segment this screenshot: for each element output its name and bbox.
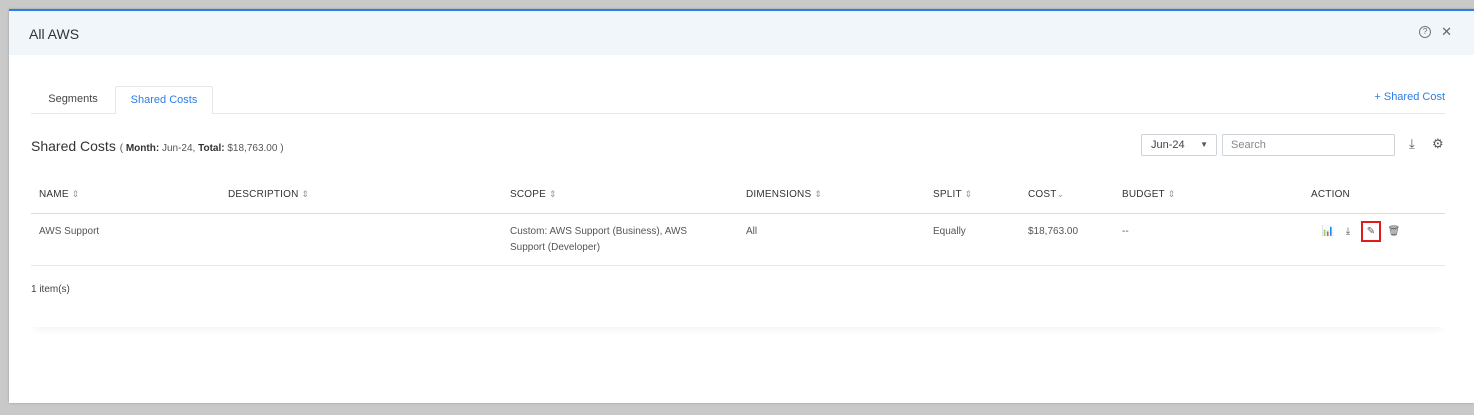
modal-header: All AWS ? ✕ — [9, 11, 1474, 55]
month-select[interactable]: Jun-24 ▼ — [1141, 134, 1217, 156]
caret-down-icon: ▼ — [1200, 140, 1208, 149]
total-label: Total: — [198, 143, 225, 154]
sort-icon: ⇕ — [301, 189, 310, 199]
search-input[interactable] — [1222, 134, 1395, 156]
col-name[interactable]: NAME ⇕ — [39, 189, 79, 200]
month-label: Month: — [125, 143, 160, 154]
sort-icon: ⇕ — [964, 189, 973, 199]
header-icons: ? ✕ — [1419, 25, 1452, 39]
col-description[interactable]: DESCRIPTION ⇕ — [228, 189, 309, 200]
table-header: NAME ⇕ DESCRIPTION ⇕ SCOPE ⇕ DIMENSIONS … — [31, 181, 1445, 214]
sort-icon: ⇕ — [71, 189, 80, 199]
cell-budget: -- — [1122, 226, 1129, 237]
chart-icon[interactable]: 📊 — [1321, 224, 1335, 240]
col-budget[interactable]: BUDGET ⇕ — [1122, 189, 1175, 200]
row-actions: 📊 ⤓ ✎ 🗑 — [1321, 221, 1401, 242]
settings-icon[interactable]: ⚙ — [1432, 136, 1444, 152]
shared-costs-table: NAME ⇕ DESCRIPTION ⇕ SCOPE ⇕ DIMENSIONS … — [31, 181, 1445, 266]
sort-icon: ⇕ — [549, 189, 557, 199]
col-cost[interactable]: COST⌄ — [1028, 189, 1064, 200]
add-shared-cost-button[interactable]: + Shared Cost — [1374, 91, 1445, 103]
month-value: Jun-24, — [159, 143, 199, 154]
tab-segments[interactable]: Segments — [31, 86, 115, 112]
tab-shared-costs[interactable]: Shared Costs — [115, 86, 213, 114]
modal-title: All AWS — [29, 26, 80, 42]
sort-desc-icon: ⌄ — [1056, 189, 1065, 199]
cell-scope: Custom: AWS Support (Business), AWS Supp… — [510, 226, 688, 253]
month-select-value: Jun-24 — [1151, 139, 1185, 151]
cell-split: Equally — [933, 226, 966, 237]
cell-dimensions: All — [746, 226, 758, 237]
section-title-text: Shared Costs — [31, 138, 116, 154]
download-icon[interactable]: ⤓ — [1341, 224, 1355, 240]
section-title: Shared Costs ( Month: Jun-24, Total: $18… — [31, 138, 284, 154]
download-icon[interactable]: ⤓ — [1409, 136, 1415, 152]
col-dimensions[interactable]: DIMENSIONS ⇕ — [746, 189, 822, 200]
help-icon[interactable]: ? — [1419, 26, 1432, 38]
cell-name: AWS Support — [39, 226, 100, 237]
table-card-shadow — [31, 311, 1445, 327]
item-count: 1 item(s) — [31, 284, 70, 295]
col-scope[interactable]: SCOPE ⇕ — [510, 189, 557, 200]
sort-icon: ⇕ — [814, 189, 823, 199]
close-icon[interactable]: ✕ — [1441, 25, 1452, 39]
tab-bar: Segments Shared Costs + Shared Cost — [31, 86, 1445, 114]
col-split[interactable]: SPLIT ⇕ — [933, 189, 972, 200]
table-row[interactable]: AWS Support Custom: AWS Support (Busines… — [31, 214, 1445, 266]
delete-icon[interactable]: 🗑 — [1387, 224, 1401, 240]
shared-costs-modal: All AWS ? ✕ Segments Shared Costs + Shar… — [9, 9, 1474, 403]
edit-icon[interactable]: ✎ — [1361, 221, 1381, 242]
sort-icon: ⇕ — [1167, 189, 1176, 199]
cell-cost: $18,763.00 — [1028, 226, 1079, 237]
section-meta: ( Month: Jun-24, Total: $18,763.00 ) — [119, 143, 284, 154]
col-action: ACTION — [1311, 189, 1350, 200]
total-value: $18,763.00 — [224, 143, 281, 154]
